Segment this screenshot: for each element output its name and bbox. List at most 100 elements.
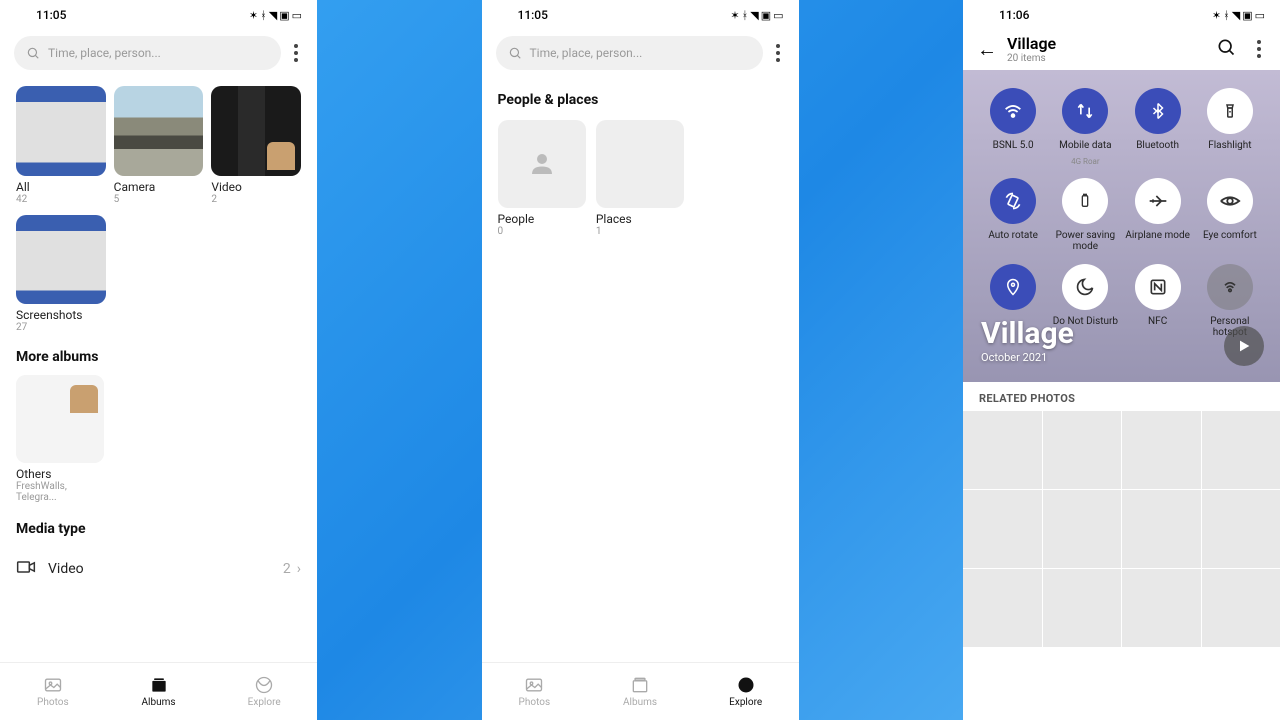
hero-text: Village October 2021: [981, 316, 1074, 364]
album-all[interactable]: All 42: [16, 86, 106, 205]
photo-thumb[interactable]: [1122, 490, 1201, 568]
album-count: 2: [211, 194, 301, 205]
qs-power-saving[interactable]: Power saving mode: [1049, 178, 1121, 252]
bottom-nav: Photos Albums Explore: [0, 662, 317, 720]
status-time: 11:05: [518, 8, 548, 22]
photo-thumb[interactable]: [963, 411, 1042, 489]
media-type-video-row[interactable]: Video 2 ›: [16, 547, 301, 591]
album-thumb: [16, 86, 106, 176]
hotspot-icon: [1207, 264, 1253, 310]
photo-thumb[interactable]: [963, 569, 1042, 647]
quick-settings-grid: BSNL 5.0 Mobile data 4G Roar Bluetooth F…: [963, 70, 1280, 338]
qs-label: Power saving mode: [1049, 230, 1121, 252]
photo-thumb[interactable]: [1122, 411, 1201, 489]
vibrate-icon: ✶: [249, 9, 257, 22]
section-more-albums: More albums: [16, 349, 301, 365]
people-thumb: [498, 120, 586, 208]
qs-nfc[interactable]: NFC: [1122, 264, 1194, 338]
photo-thumb[interactable]: [1043, 411, 1122, 489]
play-icon: [1236, 338, 1252, 354]
albums-content: All 42 Camera 5 Video 2 Screenshots 27 M…: [0, 76, 317, 662]
people-label: People: [498, 212, 586, 226]
section-people-places: People & places: [498, 92, 783, 108]
mobile-data-icon: [1062, 88, 1108, 134]
qs-airplane[interactable]: Airplane mode: [1122, 178, 1194, 252]
photo-thumb[interactable]: [1043, 490, 1122, 568]
nav-albums[interactable]: Albums: [106, 663, 212, 720]
search-input[interactable]: Time, place, person...: [14, 36, 281, 70]
header-titles: Village 20 items: [1007, 34, 1056, 64]
people-item[interactable]: People 0: [498, 120, 586, 237]
album-video[interactable]: Video 2: [211, 86, 301, 205]
albums-icon: [630, 675, 650, 695]
signal-icon: ▣: [761, 9, 770, 22]
flashlight-icon: [1207, 88, 1253, 134]
more-options-button[interactable]: [1252, 40, 1266, 58]
album-count: 5: [114, 194, 204, 205]
play-button[interactable]: [1224, 326, 1264, 366]
nav-explore[interactable]: Explore: [211, 663, 317, 720]
nav-albums-label: Albums: [142, 697, 176, 708]
hero-title: Village: [981, 316, 1074, 351]
places-count: 1: [596, 226, 684, 237]
places-thumb: [596, 120, 684, 208]
search-row: Time, place, person...: [482, 26, 799, 76]
phone-screen-village: 11:06 ✶ ᚼ ◥ ▣ ▭ ← Village 20 items BSNL …: [963, 0, 1280, 720]
more-options-button[interactable]: [289, 44, 303, 62]
more-options-button[interactable]: [771, 44, 785, 62]
album-title: All: [16, 180, 106, 194]
qs-auto-rotate[interactable]: Auto rotate: [977, 178, 1049, 252]
bluetooth-icon: [1135, 88, 1181, 134]
places-item[interactable]: Places 1: [596, 120, 684, 237]
back-button[interactable]: ←: [977, 37, 997, 62]
album-title: Video: [211, 180, 301, 194]
nav-photos[interactable]: Photos: [0, 663, 106, 720]
power-saving-icon: [1062, 178, 1108, 224]
qs-flashlight[interactable]: Flashlight: [1194, 88, 1266, 166]
album-others[interactable]: Others FreshWalls, Telegra...: [16, 375, 104, 503]
qs-wifi[interactable]: BSNL 5.0: [977, 88, 1049, 166]
photos-icon: [43, 675, 63, 695]
qs-label: Flashlight: [1208, 140, 1251, 151]
people-count: 0: [498, 226, 586, 237]
photo-thumb[interactable]: [1122, 569, 1201, 647]
search-input[interactable]: Time, place, person...: [496, 36, 763, 70]
media-type-video-count: 2: [283, 561, 291, 577]
nav-explore-label: Explore: [248, 697, 281, 708]
search-placeholder: Time, place, person...: [530, 46, 643, 60]
video-icon: [16, 557, 38, 581]
search-button[interactable]: [1216, 37, 1236, 61]
vibrate-icon: ✶: [1212, 9, 1220, 22]
nav-explore[interactable]: Explore: [693, 663, 799, 720]
status-time: 11:05: [36, 8, 66, 22]
qs-eye-comfort[interactable]: Eye comfort: [1194, 178, 1266, 252]
airplane-icon: [1135, 178, 1181, 224]
wifi-icon: ◥: [1232, 9, 1239, 22]
album-title: Camera: [114, 180, 204, 194]
qs-sublabel: 4G Roar: [1071, 157, 1099, 166]
explore-icon: [736, 675, 756, 695]
album-thumb: [16, 375, 104, 463]
signal-icon: ▣: [1242, 9, 1251, 22]
status-bar: 11:05 ✶ ᚼ ◥ ▣ ▭: [482, 0, 799, 26]
wifi-icon: [990, 88, 1036, 134]
qs-bluetooth[interactable]: Bluetooth: [1122, 88, 1194, 166]
places-label: Places: [596, 212, 684, 226]
album-thumb: [211, 86, 301, 176]
photo-thumb[interactable]: [1202, 411, 1280, 489]
photo-thumb[interactable]: [1202, 490, 1280, 568]
battery-icon: ▭: [1255, 9, 1264, 22]
album-screenshots[interactable]: Screenshots 27: [16, 215, 106, 334]
qs-mobile-data[interactable]: Mobile data 4G Roar: [1049, 88, 1121, 166]
nav-photos[interactable]: Photos: [482, 663, 588, 720]
qs-hotspot[interactable]: Personal hotspot: [1194, 264, 1266, 338]
album-camera[interactable]: Camera 5: [114, 86, 204, 205]
photo-thumb[interactable]: [963, 490, 1042, 568]
signal-icon: ▣: [279, 9, 288, 22]
bluetooth-icon: ᚼ: [1223, 9, 1229, 22]
phone-screen-albums: 11:05 ✶ ᚼ ◥ ▣ ▭ Time, place, person... A…: [0, 0, 317, 720]
photo-thumb[interactable]: [1202, 569, 1280, 647]
nfc-icon: [1135, 264, 1181, 310]
nav-albums[interactable]: Albums: [587, 663, 693, 720]
photo-thumb[interactable]: [1043, 569, 1122, 647]
